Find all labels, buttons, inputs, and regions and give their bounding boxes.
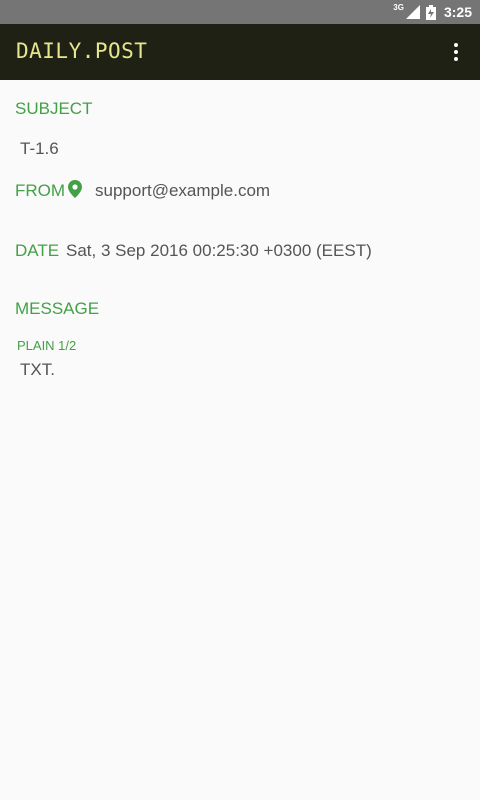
from-value[interactable]: support@example.com xyxy=(95,181,270,201)
app-title: DAILY.POST xyxy=(16,39,148,63)
location-pin-icon[interactable] xyxy=(68,180,82,198)
clock: 3:25 xyxy=(443,4,472,20)
from-label: FROM xyxy=(15,181,66,200)
message-label: MESSAGE xyxy=(15,299,100,318)
battery-icon xyxy=(425,4,436,20)
subject-value: T-1.6 xyxy=(20,139,59,158)
subject-label: SUBJECT xyxy=(15,99,93,118)
date-label: DATE xyxy=(15,241,60,260)
status-bar: 3G 3:25 xyxy=(0,0,480,24)
status-icons: 3G 3:25 xyxy=(393,0,472,24)
message-part-label: PLAIN 1/2 xyxy=(17,338,77,353)
network-type: 3G xyxy=(393,2,404,12)
date-value: Sat, 3 Sep 2016 00:25:30 +0300 (EEST) xyxy=(66,241,372,260)
app-toolbar: DAILY.POST xyxy=(0,24,480,80)
signal-icon xyxy=(405,5,420,19)
message-body: TXT. xyxy=(20,360,55,379)
more-vert-icon[interactable] xyxy=(444,40,468,64)
